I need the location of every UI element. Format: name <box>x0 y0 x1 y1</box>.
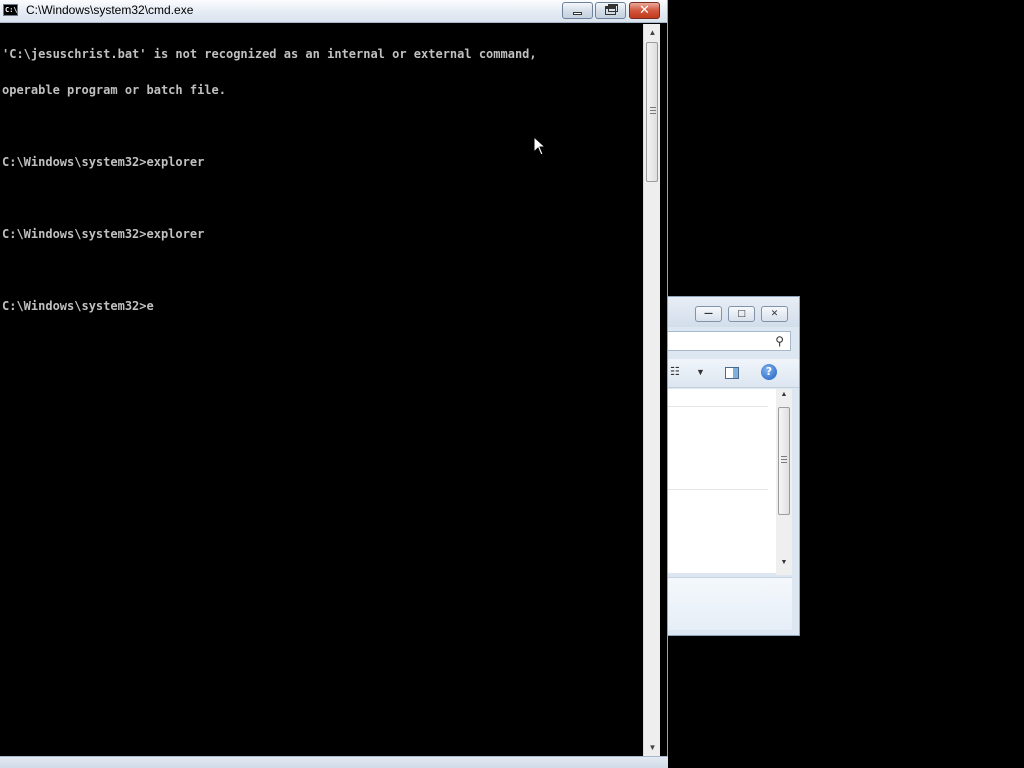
scroll-up-arrow-icon[interactable]: ▲ <box>776 391 792 398</box>
view-options-chevron-down-icon[interactable]: ▼ <box>696 367 705 377</box>
cmd-app-icon[interactable]: C:\ <box>3 4 18 16</box>
console-line: C:\Windows\system32>explorer <box>2 227 205 241</box>
list-divider <box>668 406 768 407</box>
cmd-scroll-thumb[interactable] <box>646 42 658 182</box>
scroll-down-arrow-icon[interactable]: ▼ <box>644 739 661 756</box>
minimize-icon: — <box>704 309 713 319</box>
explorer-vertical-scrollbar[interactable]: ▲ ▼ <box>776 389 792 575</box>
explorer-search-input[interactable]: ⚲ <box>668 331 791 351</box>
cmd-minimize-button[interactable] <box>562 2 593 19</box>
cmd-window-title: C:\Windows\system32\cmd.exe <box>26 3 194 17</box>
help-icon[interactable]: ? <box>761 364 777 380</box>
explorer-minimize-button[interactable]: — <box>695 306 722 322</box>
cmd-close-button[interactable]: ✕ <box>629 2 660 19</box>
scroll-grip-icon <box>781 456 787 463</box>
explorer-maximize-button[interactable]: □ <box>728 306 755 322</box>
console-line: operable program or batch file. <box>2 83 226 97</box>
restore-icon-front <box>605 6 616 15</box>
mouse-cursor-icon <box>533 136 547 156</box>
maximize-icon: □ <box>737 309 746 319</box>
explorer-window: — □ ✕ ⚲ ☷ ▼ ? ▲ ▼ <box>668 296 800 636</box>
close-icon: ✕ <box>770 309 779 319</box>
console-prompt-line: C:\Windows\system32>e <box>2 299 154 313</box>
scroll-down-arrow-icon[interactable]: ▼ <box>776 559 792 566</box>
list-divider <box>668 489 768 490</box>
scroll-grip-icon <box>650 107 656 114</box>
cmd-vertical-scrollbar[interactable]: ▲ ▼ <box>643 24 660 756</box>
preview-pane-icon[interactable] <box>725 367 739 379</box>
explorer-titlebar[interactable]: — □ ✕ <box>668 297 799 327</box>
minimize-icon <box>573 12 582 15</box>
close-icon: ✕ <box>639 3 650 18</box>
explorer-file-list[interactable] <box>668 389 776 573</box>
cmd-titlebar[interactable]: C:\ C:\Windows\system32\cmd.exe ✕ <box>0 0 667 23</box>
cmd-bottom-border <box>0 756 668 768</box>
cmd-window: C:\ C:\Windows\system32\cmd.exe ✕ 'C:\je… <box>0 0 668 768</box>
console-line: 'C:\jesuschrist.bat' is not recognized a… <box>2 47 537 61</box>
cmd-restore-button[interactable] <box>595 2 626 19</box>
explorer-close-button[interactable]: ✕ <box>761 306 788 322</box>
explorer-details-pane <box>668 577 792 630</box>
scroll-up-arrow-icon[interactable]: ▲ <box>644 24 661 41</box>
search-icon[interactable]: ⚲ <box>775 334 784 348</box>
change-view-icon[interactable]: ☷ <box>670 365 680 378</box>
console-output[interactable]: 'C:\jesuschrist.bat' is not recognized a… <box>2 24 638 756</box>
console-line: C:\Windows\system32>explorer <box>2 155 205 169</box>
explorer-toolbar: ☷ ▼ ? <box>668 359 799 388</box>
explorer-scroll-thumb[interactable] <box>778 407 790 515</box>
